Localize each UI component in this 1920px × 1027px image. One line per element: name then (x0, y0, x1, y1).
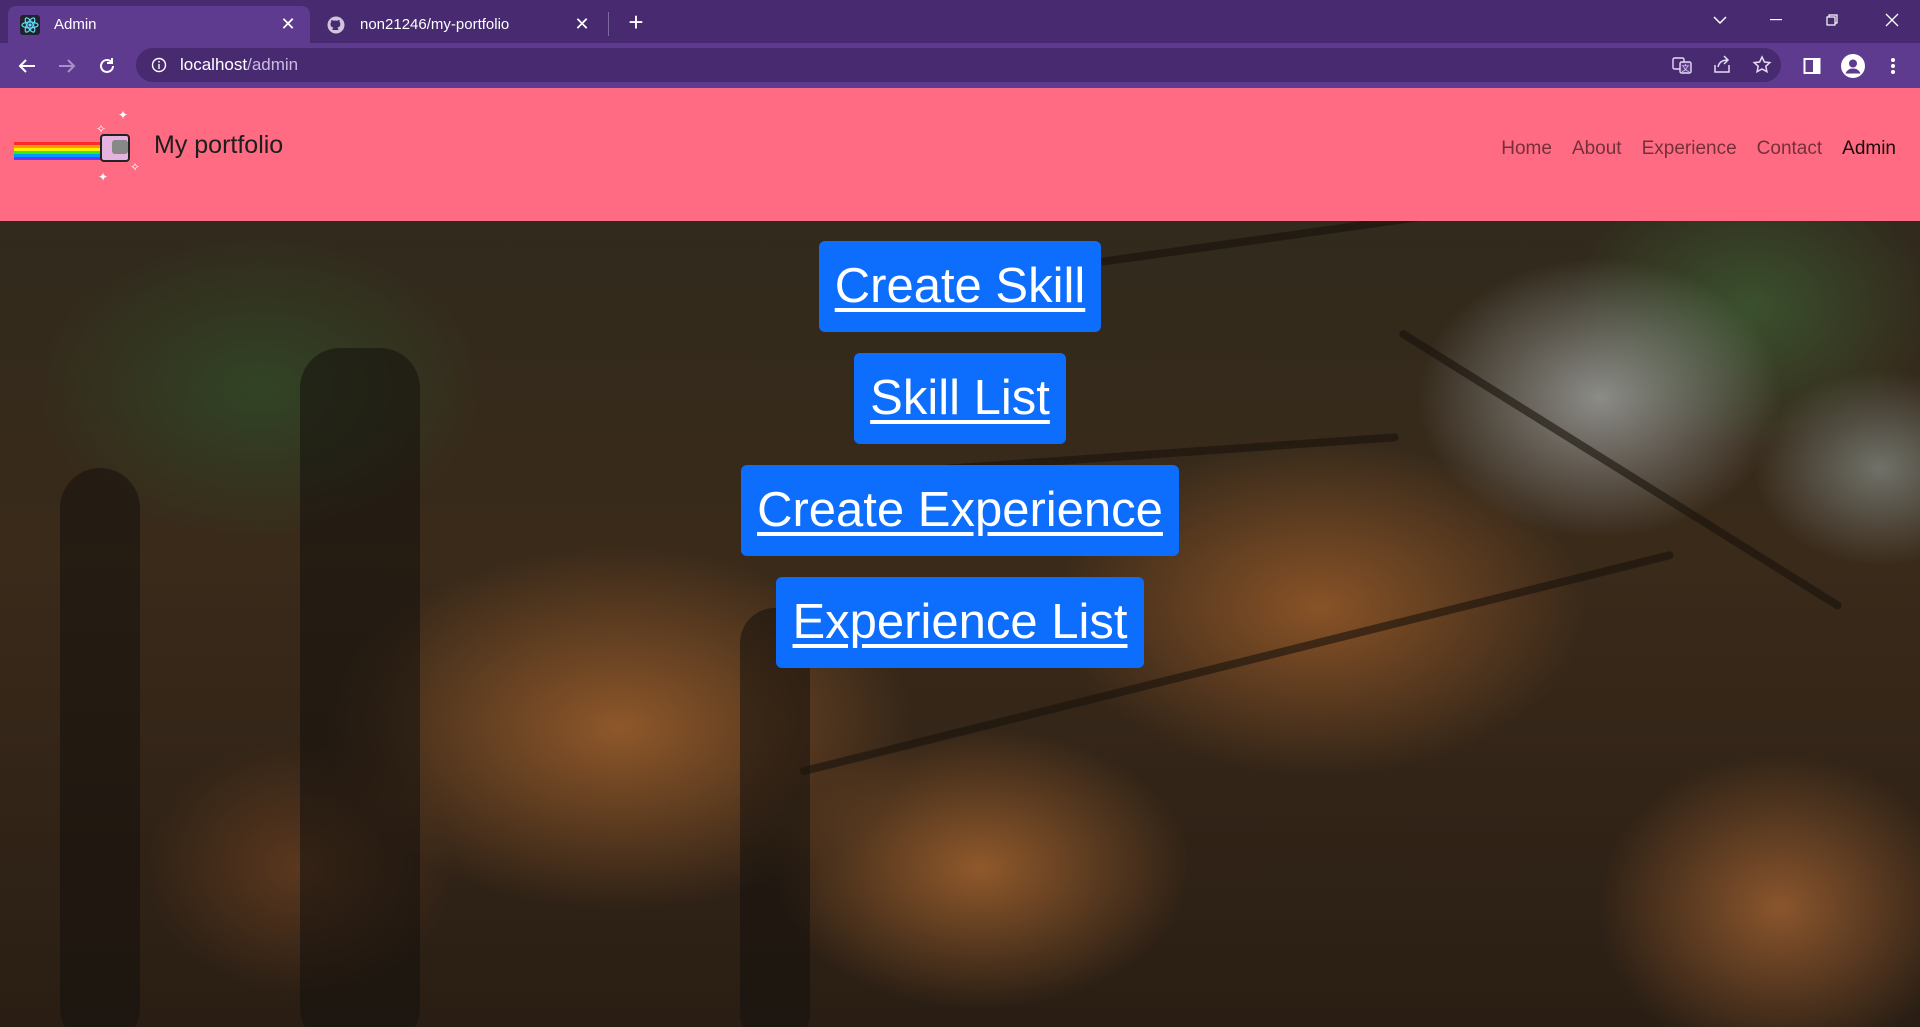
menu-kebab-icon[interactable] (1878, 51, 1908, 81)
brand-link[interactable]: ✦ ✦ ✧ ✧ My portfolio (14, 108, 283, 188)
side-panel-icon[interactable] (1797, 51, 1827, 81)
nav-link-experience[interactable]: Experience (1642, 138, 1737, 160)
github-icon (326, 15, 346, 35)
url-host: localhost (180, 55, 248, 74)
browser-tab-strip: Admin ✕ non21246/my-portfolio ✕ + (0, 0, 1920, 43)
nav-link-admin[interactable]: Admin (1842, 138, 1896, 160)
nyan-cat-logo: ✦ ✦ ✧ ✧ (14, 108, 140, 188)
restore-icon[interactable] (1804, 0, 1860, 40)
tab-admin[interactable]: Admin ✕ (8, 6, 310, 43)
share-icon[interactable] (1708, 51, 1736, 79)
site-info-icon[interactable] (150, 56, 168, 74)
site-navbar: ✦ ✦ ✧ ✧ My portfolio Home About Experien… (0, 88, 1920, 221)
admin-actions: Create Skill Skill List Create Experienc… (0, 241, 1920, 668)
url-path: /admin (247, 55, 299, 74)
tab-title: Admin (54, 16, 97, 33)
translate-icon[interactable]: 文 (1668, 51, 1696, 79)
tab-github[interactable]: non21246/my-portfolio ✕ (314, 6, 604, 43)
forward-icon[interactable] (50, 49, 84, 83)
close-icon[interactable]: ✕ (572, 14, 592, 35)
page-viewport: ✦ ✦ ✧ ✧ My portfolio Home About Experien… (0, 88, 1920, 1027)
nav-link-contact[interactable]: Contact (1757, 138, 1822, 160)
nav-link-home[interactable]: Home (1501, 138, 1552, 160)
create-experience-button[interactable]: Create Experience (741, 465, 1179, 556)
close-icon[interactable]: ✕ (278, 14, 298, 35)
bookmark-star-icon[interactable] (1748, 51, 1776, 79)
experience-list-button[interactable]: Experience List (776, 577, 1144, 668)
nav-link-about[interactable]: About (1572, 138, 1622, 160)
nav-links: Home About Experience Contact Admin (1501, 138, 1896, 160)
minimize-icon[interactable] (1748, 0, 1804, 40)
reload-icon[interactable] (90, 49, 124, 83)
close-window-icon[interactable] (1864, 0, 1920, 40)
back-icon[interactable] (10, 49, 44, 83)
browser-toolbar: localhost/admin 文 (0, 43, 1920, 88)
tab-title: non21246/my-portfolio (360, 16, 510, 33)
svg-text:文: 文 (1682, 63, 1690, 73)
new-tab-icon[interactable]: + (622, 7, 650, 37)
skill-list-button[interactable]: Skill List (854, 353, 1066, 444)
brand-title: My portfolio (154, 130, 284, 159)
create-skill-button[interactable]: Create Skill (818, 241, 1102, 332)
tab-search-icon[interactable] (1692, 0, 1748, 40)
address-bar[interactable]: localhost/admin (136, 48, 1781, 82)
tab-separator (608, 12, 609, 36)
profile-avatar-icon[interactable] (1838, 51, 1868, 81)
react-icon (20, 14, 40, 35)
